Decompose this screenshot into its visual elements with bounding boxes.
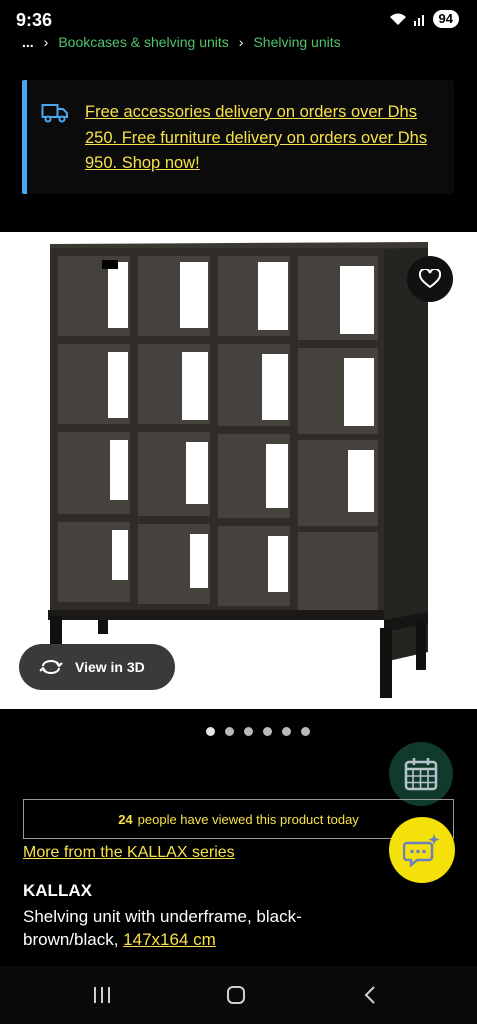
calendar-icon xyxy=(404,758,438,791)
carousel-dot[interactable] xyxy=(301,727,310,736)
kallax-shelf-image xyxy=(48,242,428,698)
carousel-dot[interactable] xyxy=(282,727,291,736)
view-in-3d-button[interactable]: View in 3D xyxy=(19,644,175,690)
breadcrumb-shelving-units[interactable]: Shelving units xyxy=(253,34,340,50)
status-time: 9:36 xyxy=(16,10,53,30)
battery-indicator: 94 xyxy=(432,10,459,28)
system-nav-bar xyxy=(0,966,477,1024)
delivery-truck-icon xyxy=(41,104,68,123)
delivery-promo-banner: Free accessories delivery on orders over… xyxy=(22,80,454,194)
carousel-dot[interactable] xyxy=(263,727,272,736)
chat-assistant-button[interactable] xyxy=(389,817,455,883)
views-text: people have viewed this product today xyxy=(137,811,359,827)
carousel-dot[interactable] xyxy=(244,727,253,736)
chevron-right-icon: › xyxy=(43,34,49,50)
wifi-icon xyxy=(389,13,406,25)
signal-icon xyxy=(413,15,424,26)
product-description: Shelving unit with underframe, black-bro… xyxy=(23,905,383,951)
carousel-dot[interactable] xyxy=(225,727,234,736)
status-bar: 9:36 94 xyxy=(0,0,477,34)
back-button[interactable] xyxy=(355,980,385,1010)
heart-icon xyxy=(419,269,441,289)
carousel-indicator xyxy=(206,727,310,736)
views-count: 24 xyxy=(118,811,133,827)
breadcrumb-ellipsis[interactable]: ... xyxy=(22,34,34,50)
views-counter: 24 people have viewed this product today xyxy=(23,799,454,839)
chevron-right-icon: › xyxy=(238,34,244,50)
favorite-button[interactable] xyxy=(407,256,453,302)
promo-link[interactable]: Free accessories delivery on orders over… xyxy=(85,100,451,177)
carousel-dot[interactable] xyxy=(206,727,215,736)
chat-sparkle-icon xyxy=(403,834,440,867)
product-image[interactable] xyxy=(0,232,477,709)
status-icons: 94 xyxy=(389,10,459,28)
recent-apps-icon xyxy=(94,987,110,1003)
breadcrumb: ... › Bookcases & shelving units › Shelv… xyxy=(22,34,341,50)
home-icon xyxy=(227,986,245,1004)
calendar-button[interactable] xyxy=(389,742,453,806)
back-icon xyxy=(364,986,375,1004)
home-button[interactable] xyxy=(221,980,251,1010)
view-in-3d-label: View in 3D xyxy=(75,659,145,675)
rotate-3d-icon xyxy=(39,660,63,674)
product-name: KALLAX xyxy=(23,881,92,900)
series-link[interactable]: More from the KALLAX series xyxy=(23,844,235,862)
recent-apps-button[interactable] xyxy=(87,980,117,1010)
breadcrumb-bookcases[interactable]: Bookcases & shelving units xyxy=(58,34,228,50)
product-size-link[interactable]: 147x164 cm xyxy=(123,930,216,949)
